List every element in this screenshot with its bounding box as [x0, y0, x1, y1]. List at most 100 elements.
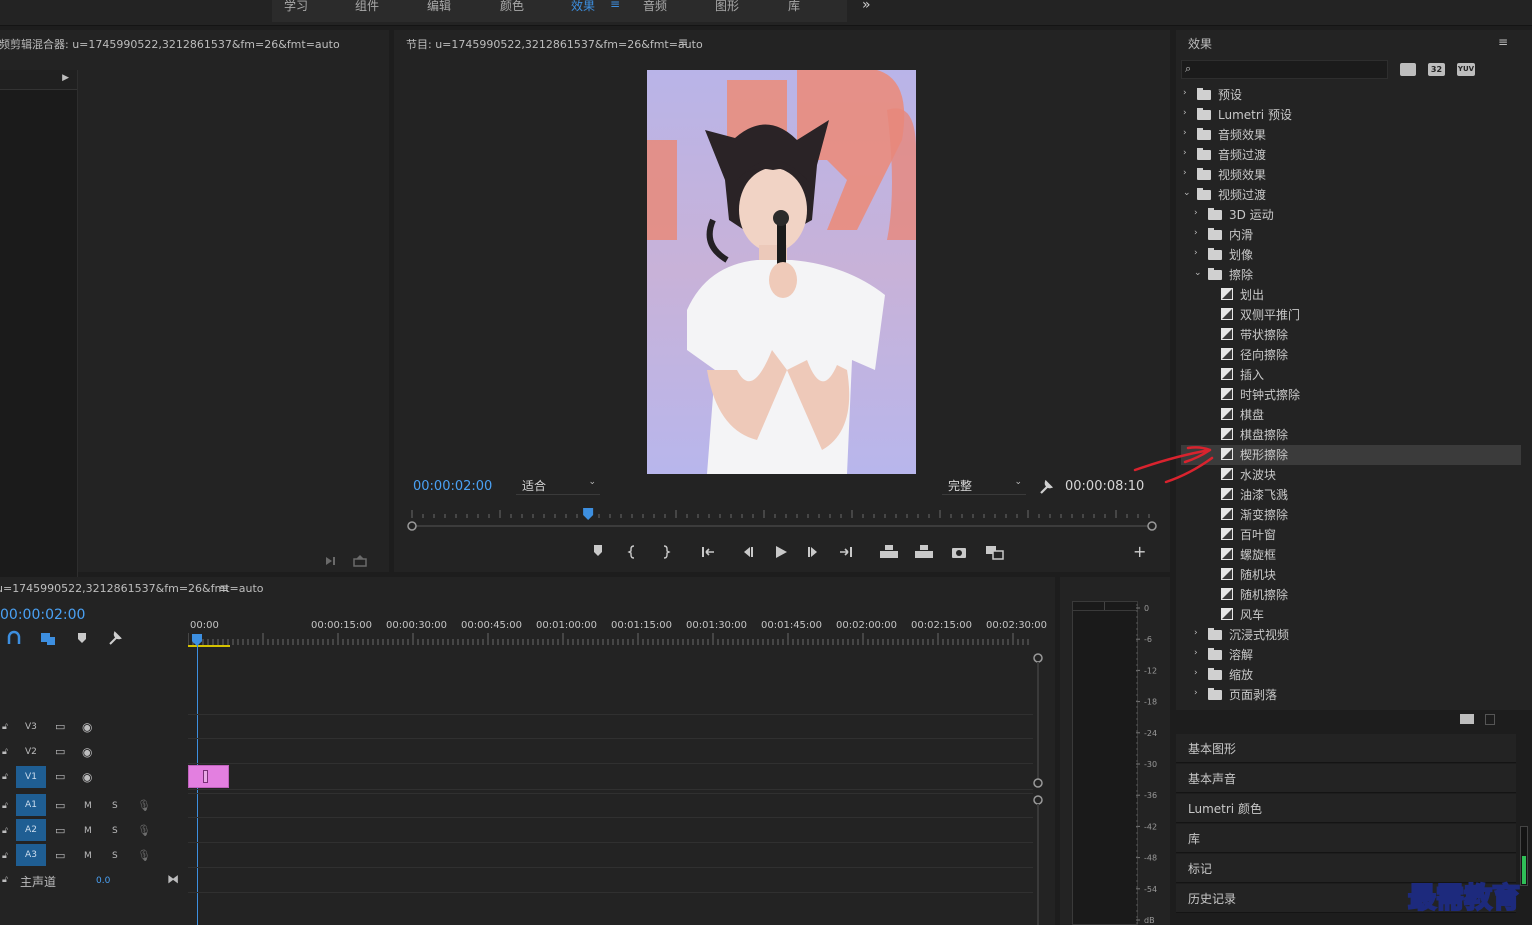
chevron-right-icon[interactable]: ›	[1194, 228, 1198, 238]
effects-tree-item[interactable]: › 页面剥落	[1181, 685, 1521, 705]
go-to-out-icon[interactable]	[840, 547, 852, 557]
chevron-right-icon[interactable]: ›	[1194, 668, 1198, 678]
lock-icon[interactable]: 🔓︎	[2, 722, 8, 732]
clip-handle[interactable]	[203, 770, 208, 783]
master-volume-value[interactable]: 0.0	[96, 876, 110, 886]
effects-tree-item[interactable]: 双侧平推门	[1181, 305, 1521, 325]
menu-icon[interactable]: ≡	[610, 0, 620, 11]
effects-tree-item[interactable]: › 音频过渡	[1181, 145, 1521, 165]
film-icon[interactable]: ▭	[55, 770, 65, 783]
video-clip[interactable]	[188, 765, 229, 788]
chevron-down-icon[interactable]: ⌄	[1194, 268, 1202, 278]
timeline-timecode[interactable]: 00:00:02:00	[0, 607, 85, 623]
track-row-a1[interactable]	[188, 793, 1033, 818]
lock-icon[interactable]: 🔓︎	[2, 801, 8, 811]
effects-tree-item[interactable]: 楔形擦除	[1181, 445, 1521, 465]
current-timecode[interactable]: 00:00:02:00	[413, 479, 492, 494]
32bit-effects-icon[interactable]: 32	[1428, 63, 1445, 76]
effects-tree-item[interactable]: 划出	[1181, 285, 1521, 305]
snap-icon[interactable]	[7, 630, 21, 644]
effects-tree-item[interactable]: 随机块	[1181, 565, 1521, 585]
effects-tree-item[interactable]: 径向擦除	[1181, 345, 1521, 365]
panel-menu-icon[interactable]: ≡	[678, 35, 688, 49]
tab-editing[interactable]: 编辑	[427, 0, 451, 14]
panel-menu-icon[interactable]: ≡	[1498, 35, 1508, 49]
effects-tree-item[interactable]: 水波块	[1181, 465, 1521, 485]
lock-icon[interactable]: 🔓︎	[2, 875, 8, 885]
film-icon[interactable]: ▭	[55, 824, 65, 837]
step-back-icon[interactable]	[744, 547, 753, 557]
chevron-down-icon[interactable]: ⌄	[1183, 188, 1191, 198]
tab-libraries[interactable]: 库	[788, 0, 800, 14]
chevron-right-icon[interactable]: ›	[1183, 108, 1187, 118]
section-lumetri-color[interactable]: Lumetri 颜色	[1176, 794, 1516, 823]
effects-tree-item[interactable]: › 3D 运动	[1181, 205, 1521, 225]
effects-tree-item[interactable]: › 缩放	[1181, 665, 1521, 685]
mark-in-icon[interactable]	[627, 545, 635, 559]
effects-tree-item[interactable]: 油漆飞溅	[1181, 485, 1521, 505]
track-row-master[interactable]	[188, 868, 1033, 893]
chevron-right-icon[interactable]: ›	[1183, 88, 1187, 98]
effects-tree-item[interactable]: › 预设	[1181, 85, 1521, 105]
comparison-view-icon[interactable]	[986, 546, 1004, 560]
effects-tree-item[interactable]: 插入	[1181, 365, 1521, 385]
go-to-end-icon[interactable]: ⧓	[167, 872, 179, 886]
play-icon[interactable]	[776, 546, 787, 558]
effects-tree-item[interactable]: 渐变擦除	[1181, 505, 1521, 525]
solo-button[interactable]: S	[112, 826, 118, 836]
effects-tree-item[interactable]: 随机擦除	[1181, 585, 1521, 605]
lift-icon[interactable]	[880, 545, 898, 558]
film-icon[interactable]: ▭	[55, 849, 65, 862]
zoom-select[interactable]: 适合 ⌄	[516, 477, 600, 495]
eye-icon[interactable]: ◉	[82, 720, 92, 734]
chevron-right-icon[interactable]: ›	[1194, 648, 1198, 658]
mute-button[interactable]: M	[84, 826, 92, 836]
tab-graphics[interactable]: 图形	[715, 0, 739, 14]
wrench-icon[interactable]	[1038, 479, 1054, 495]
timeline-vscroll[interactable]	[1031, 650, 1045, 925]
film-icon[interactable]: ▭	[55, 720, 65, 733]
go-to-in-icon[interactable]	[702, 547, 714, 557]
chevron-right-icon[interactable]: ›	[1194, 208, 1198, 218]
search-field[interactable]: ⌕	[1181, 60, 1388, 79]
tab-color[interactable]: 颜色	[500, 0, 524, 14]
track-name[interactable]: V2	[25, 747, 37, 757]
track-row-v3[interactable]	[188, 714, 1033, 739]
microphone-icon[interactable]: 🎙︎	[137, 849, 151, 862]
chevron-right-icon[interactable]: ›	[1194, 248, 1198, 258]
lock-icon[interactable]: 🔓︎	[2, 772, 8, 782]
solo-button[interactable]: S	[112, 851, 118, 861]
effects-tree-item[interactable]: › 划像	[1181, 245, 1521, 265]
track-target-v1[interactable]: V1	[16, 766, 46, 788]
extract-icon[interactable]	[915, 545, 933, 558]
add-button-icon[interactable]: +	[1133, 542, 1146, 561]
in-handle[interactable]	[407, 521, 417, 531]
track-row-v2[interactable]	[188, 739, 1033, 764]
track-row-v1[interactable]	[188, 764, 1033, 790]
track-row-a2[interactable]	[188, 818, 1033, 843]
effects-tree-item[interactable]: 风车	[1181, 605, 1521, 625]
video-frame[interactable]	[647, 70, 916, 474]
effects-tree-item[interactable]: › 溶解	[1181, 645, 1521, 665]
panel-title[interactable]: 音频剪辑混合器: u=1745990522,3212861537&fm=26&f…	[0, 36, 340, 52]
chevron-right-icon[interactable]: ›	[1194, 628, 1198, 638]
lock-icon[interactable]: 🔓︎	[2, 826, 8, 836]
tab-assembly[interactable]: 组件	[355, 0, 379, 14]
solo-button[interactable]: S	[112, 801, 118, 811]
new-bin-icon[interactable]	[1460, 714, 1474, 724]
track-target-a2[interactable]: A2	[16, 819, 46, 841]
panel-title[interactable]: 节目: u=1745990522,3212861537&fm=26&fmt=au…	[406, 36, 703, 52]
step-forward-icon[interactable]	[808, 547, 817, 557]
lock-icon[interactable]: 🔓︎	[2, 851, 8, 861]
film-icon[interactable]: ▭	[55, 799, 65, 812]
accelerated-effects-icon[interactable]	[1400, 63, 1416, 76]
lock-icon[interactable]: 🔓︎	[2, 747, 8, 757]
mark-out-icon[interactable]	[663, 545, 671, 559]
effects-tree-item[interactable]: › 音频效果	[1181, 125, 1521, 145]
track-name[interactable]: V3	[25, 722, 37, 732]
more-workspaces-icon[interactable]: »	[862, 0, 871, 13]
microphone-icon[interactable]: 🎙︎	[137, 824, 151, 837]
chevron-right-icon[interactable]: ›	[1183, 128, 1187, 138]
yuv-effects-icon[interactable]: YUV	[1457, 63, 1475, 76]
scrub-bar[interactable]	[404, 506, 1160, 536]
